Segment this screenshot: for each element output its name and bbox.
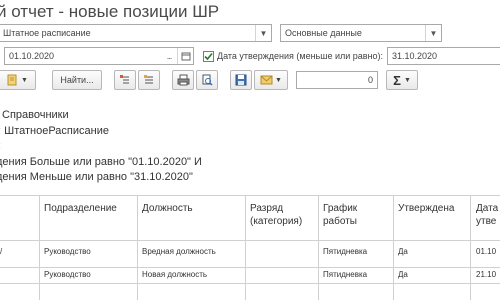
table-cell-department: Руководство: [44, 270, 91, 279]
data-variant-value: Основные данные: [285, 28, 362, 38]
collapse-groups-button[interactable]: [114, 70, 136, 90]
report-line-5: дения Меньше или равно "31.10.2020": [0, 171, 193, 183]
table-border: [318, 195, 319, 300]
report-line-1: Справочники: [2, 109, 69, 121]
report-source-field[interactable]: Штатное расписание ▼: [0, 24, 272, 42]
floppy-disk-icon: [235, 74, 247, 86]
find-button-label: Найти...: [60, 75, 94, 85]
table-border: [0, 267, 500, 268]
aggregate-function-button[interactable]: Σ ▼: [386, 70, 418, 90]
report-source-value: Штатное расписание: [3, 28, 91, 38]
print-preview-icon: [202, 74, 213, 86]
approval-date-field[interactable]: 31.10.2020: [387, 47, 500, 65]
printer-icon: [177, 74, 189, 86]
chevron-down-icon: ▼: [403, 76, 411, 84]
envelope-icon: [260, 75, 273, 85]
group-collapse-icon: [120, 75, 129, 84]
column-header-grade: Разряд (категория): [250, 203, 303, 227]
table-border: [137, 195, 138, 300]
document-icon: [7, 74, 17, 86]
date-from-field[interactable]: 01.10.2020 ...: [4, 47, 194, 65]
settings-menu-button[interactable]: ▼: [0, 70, 36, 90]
column-header-approval-date: Дата утве: [476, 203, 499, 227]
table-cell-approval-date: 21.10: [476, 270, 497, 279]
column-header-position: Должность: [142, 203, 193, 214]
sigma-icon: Σ: [393, 72, 401, 88]
send-mail-button[interactable]: ▼: [254, 70, 288, 90]
date-from-value: 01.10.2020: [9, 51, 55, 61]
window-title: й отчет - новые позиции ШР: [0, 2, 220, 21]
table-border: [393, 195, 394, 300]
table-border: [245, 195, 246, 300]
sum-value-field: 0: [296, 71, 378, 89]
table-border: [39, 195, 40, 300]
group-expand-icon: [144, 75, 153, 84]
find-button[interactable]: Найти...: [52, 70, 102, 90]
data-variant-field[interactable]: Основные данные ▼: [280, 24, 442, 42]
approval-date-label: Дата утверждения (меньше или равно):: [217, 51, 384, 61]
chevron-down-icon[interactable]: ▼: [255, 25, 271, 41]
table-cell-position: Вредная должность: [142, 247, 216, 256]
checkmark-icon: [204, 52, 213, 61]
expand-groups-button[interactable]: [138, 70, 160, 90]
table-cell-prefix: /: [0, 247, 3, 256]
preview-button[interactable]: [196, 70, 218, 90]
table-cell-approved: Да: [398, 247, 408, 256]
report-line-2: : ШтатноеРасписание: [0, 125, 109, 137]
table-cell-approved: Да: [398, 270, 408, 279]
chevron-down-icon: ▼: [275, 76, 282, 84]
chevron-down-icon: ▼: [21, 76, 28, 84]
calendar-icon[interactable]: [177, 48, 193, 64]
sum-value: 0: [367, 75, 373, 85]
approval-date-checkbox[interactable]: [203, 51, 214, 62]
column-header-schedule: График работы: [323, 203, 358, 227]
report-line-3: :: [0, 140, 1, 152]
table-border: [0, 283, 500, 284]
column-header-department: Подразделение: [44, 203, 117, 214]
more-icon[interactable]: ...: [161, 48, 177, 64]
table-cell-approval-date: 01.10: [476, 247, 497, 256]
approval-date-value: 31.10.2020: [392, 51, 438, 61]
table-cell-department: Руководство: [44, 247, 91, 256]
save-button[interactable]: [230, 70, 252, 90]
print-button[interactable]: [172, 70, 194, 90]
table-border: [470, 195, 471, 300]
chevron-down-icon[interactable]: ▼: [425, 25, 441, 41]
table-cell-schedule: Пятидневка: [323, 247, 368, 256]
table-border: [0, 195, 500, 196]
report-line-4: дения Больше или равно "01.10.2020" И: [0, 156, 202, 168]
table-cell-position: Новая должность: [142, 270, 208, 279]
table-border: [0, 240, 500, 241]
table-cell-schedule: Пятидневка: [323, 270, 368, 279]
column-header-approved: Утверждена: [398, 203, 455, 214]
